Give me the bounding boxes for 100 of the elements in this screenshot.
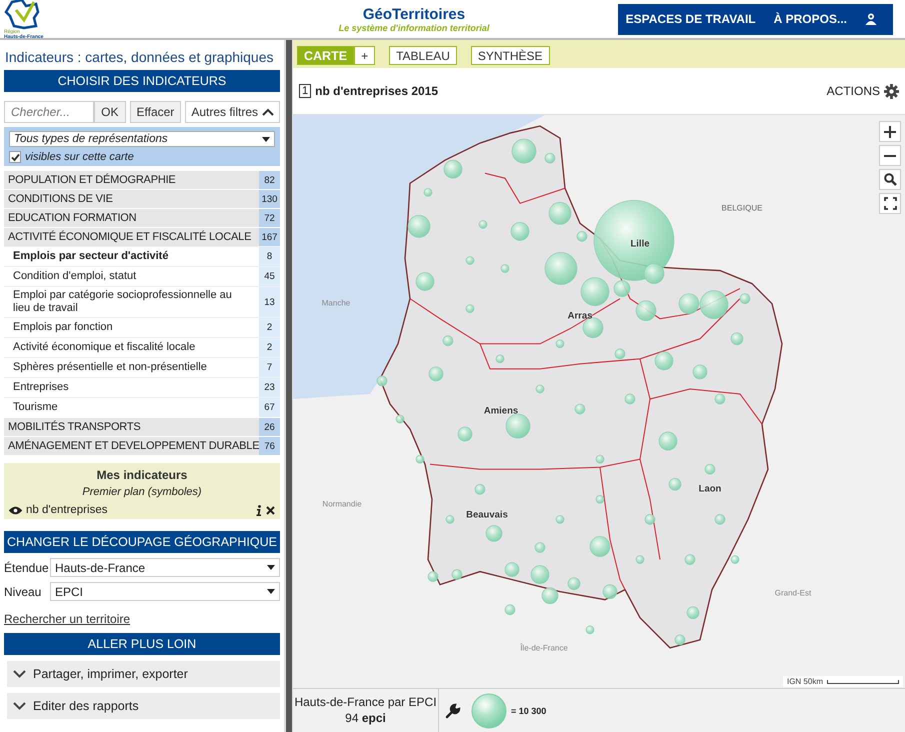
count-badge: 13 — [259, 287, 280, 317]
bubble-symbol[interactable] — [674, 634, 686, 646]
map-label: Île-de-France — [520, 644, 568, 652]
count-badge: 26 — [259, 418, 280, 436]
wrench-icon[interactable] — [445, 702, 461, 718]
legend-value: = 10 300 — [511, 706, 546, 716]
section-header[interactable]: ALLER PLUS LOIN — [4, 633, 280, 655]
accordion-item[interactable]: Editer des rapports — [7, 693, 280, 719]
search-territory-link[interactable]: Rechercher un territoire — [4, 612, 130, 626]
level-dropdown[interactable]: EPCI — [50, 582, 280, 601]
legend-count: 94 epci — [344, 710, 387, 726]
map-label: BELGIQUE — [722, 204, 762, 212]
nav-link[interactable]: À PROPOS... — [774, 12, 847, 26]
eye-icon[interactable] — [9, 506, 22, 514]
app-title: GéoTerritoires — [362, 6, 466, 22]
count-badge: 7 — [259, 358, 280, 377]
clear-button[interactable]: Effacer — [130, 101, 182, 123]
search-icon — [884, 173, 896, 186]
caret-icon — [267, 589, 275, 594]
tab[interactable]: SYNTHÈSE — [470, 46, 550, 64]
checkbox[interactable] — [9, 151, 21, 163]
bubble-symbol[interactable] — [396, 414, 404, 424]
map-label: Amiens — [484, 406, 518, 416]
count-badge: 67 — [259, 398, 280, 417]
theme-item[interactable]: CONDITIONS DE VIE 130 — [4, 189, 280, 208]
subtheme-item[interactable]: Emploi par catégorie socioprofessionnelle au lieu de travail 13 — [4, 286, 280, 317]
bubble-symbol[interactable] — [644, 514, 656, 525]
map-label: Laon — [698, 484, 722, 494]
subtheme-item[interactable]: Condition d'emploi, statut 45 — [4, 266, 280, 286]
count-badge: 45 — [259, 267, 280, 286]
count-badge: 167 — [259, 228, 280, 246]
count-badge: 2 — [259, 318, 280, 337]
bubble-symbol[interactable] — [542, 587, 558, 604]
subtheme-item[interactable]: Entreprises 23 — [4, 377, 280, 397]
map-label: Beauvais — [466, 510, 508, 520]
bubble-symbol[interactable] — [428, 571, 438, 582]
count-badge: 82 — [259, 171, 280, 189]
subtheme-item[interactable]: Activité économique et fiscalité locale 2 — [4, 337, 280, 357]
map-label: Arras — [568, 310, 592, 322]
zoom-in-button[interactable] — [879, 121, 901, 142]
subtheme-item[interactable]: Sphères présentielle et non-présentielle 7 — [4, 357, 280, 377]
bubble-symbol-icon — [471, 692, 507, 728]
theme-item[interactable]: ACTIVITÉ ÉCONOMIQUE ET FISCALITÉ LOCALE 167 — [4, 227, 280, 246]
map-title: nb d'entreprises 2015 — [315, 84, 438, 98]
search-field[interactable]: Chercher... — [4, 101, 94, 123]
theme-item[interactable]: MOBILITÉS TRANSPORTS 26 — [4, 417, 280, 436]
bubble-symbol[interactable] — [408, 215, 430, 238]
representation-dropdown[interactable]: Tous types de représentations — [9, 131, 275, 147]
bubble-symbol[interactable] — [582, 317, 604, 338]
field-label: Niveau — [4, 584, 42, 598]
fullscreen-button[interactable] — [879, 193, 901, 214]
theme-item[interactable]: POPULATION ET DÉMOGRAPHIE 82 — [4, 170, 280, 189]
panel-splitter[interactable] — [284, 40, 293, 732]
subtheme-item[interactable]: Emplois par fonction 2 — [4, 317, 280, 337]
tab[interactable]: + — [354, 46, 376, 64]
actions-button[interactable]: ACTIONS — [826, 84, 899, 98]
layer-label: Premier plan (symboles) — [81, 486, 203, 498]
field-label: Étendue — [4, 560, 50, 574]
map-label: Lille — [630, 238, 650, 250]
settings-icon — [884, 84, 899, 98]
section-header[interactable]: CHOISIR DES INDICATEURS — [4, 70, 280, 92]
app-subtitle: Le système d'information territorial — [338, 22, 490, 32]
accordion-item[interactable]: Partager, imprimer, exporter — [7, 661, 280, 687]
indicator-name: nb d'entreprises — [26, 504, 108, 516]
extent-dropdown[interactable]: Hauts-de-France — [50, 558, 280, 577]
count-badge: 8 — [259, 247, 280, 266]
filters-button[interactable]: Autres filtres — [185, 101, 280, 123]
bubble-symbol[interactable] — [416, 454, 424, 464]
info-icon[interactable] — [256, 504, 262, 516]
ok-button[interactable]: OK — [94, 101, 126, 123]
layer-number: 1 — [299, 84, 312, 98]
count-badge: 2 — [259, 338, 280, 357]
map[interactable]: Lille Arras Amiens Laon Beauvais BELGIQUE Manche Normandie Grand-Est Île-de-France IGN 50km — [293, 115, 905, 688]
close-icon[interactable] — [266, 506, 275, 514]
theme-item[interactable]: EDUCATION FORMATION 72 — [4, 208, 280, 227]
panel-title: Mes indicateurs — [96, 468, 188, 482]
map-label: Grand-Est — [774, 588, 812, 598]
checkbox-label: visibles sur cette carte — [25, 151, 134, 163]
nav-link[interactable]: ESPACES DE TRAVAIL — [626, 12, 756, 26]
count-badge: 130 — [259, 190, 280, 208]
map-label: Normandie — [322, 500, 362, 508]
caret-icon — [262, 136, 270, 142]
sidebar-heading: Indicateurs : cartes, données et graphiques — [4, 48, 275, 67]
caret-icon — [267, 565, 275, 570]
subtheme-item[interactable]: Emplois par secteur d'activité 8 — [4, 246, 280, 266]
bubble-symbol[interactable] — [596, 495, 604, 504]
user-icon[interactable] — [865, 13, 877, 25]
zoom-out-button[interactable] — [879, 145, 901, 166]
tab[interactable]: TABLEAU — [389, 46, 457, 64]
legend-territory: Hauts-de-France par EPCI — [293, 694, 438, 710]
map-label: Manche — [322, 298, 350, 308]
fullscreen-icon — [884, 197, 896, 210]
section-header[interactable]: CHANGER LE DÉCOUPAGE GÉOGRAPHIQUE — [4, 531, 280, 553]
search-button[interactable] — [879, 169, 901, 190]
count-badge: 72 — [259, 209, 280, 227]
count-badge: 76 — [259, 437, 280, 455]
theme-item[interactable]: AMÉNAGEMENT ET DEVELOPPEMENT DURABLE 76 — [4, 436, 280, 455]
count-badge: 23 — [259, 378, 280, 397]
plus-icon — [884, 126, 896, 138]
bubble-symbol[interactable] — [452, 569, 462, 580]
